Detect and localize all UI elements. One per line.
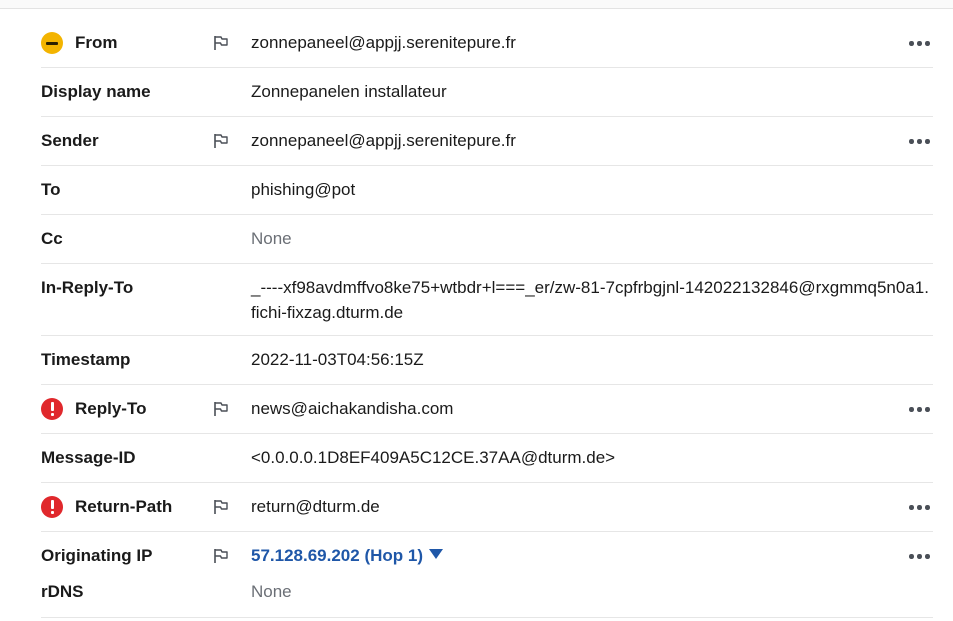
from-value: zonnepaneel@appjj.serenitepure.fr — [251, 33, 516, 52]
header-row-return-path: Return-Path return@dturm.de — [41, 483, 933, 532]
header-row-in-reply-to: In-Reply-To _----xf98avdmffvo8ke75+wtbdr… — [41, 264, 933, 336]
originating-ip-dropdown[interactable]: 57.128.69.202 (Hop 1) — [251, 546, 443, 566]
more-options-icon[interactable] — [909, 133, 931, 149]
header-row-from: From zonnepaneel@appjj.serenitepure.fr — [41, 19, 933, 68]
in-reply-to-value: _----xf98avdmffvo8ke75+wtbdr+l===_er/zw-… — [251, 278, 929, 322]
header-row-sender: Sender zonnepaneel@appjj.serenitepure.fr — [41, 117, 933, 166]
row-label: Message-ID — [41, 448, 136, 467]
row-label: Display name — [41, 82, 151, 101]
row-label: Return-Path — [75, 497, 173, 516]
more-options-icon[interactable] — [909, 548, 931, 564]
return-path-value: return@dturm.de — [251, 497, 380, 516]
flag-icon[interactable] — [213, 499, 229, 515]
sender-value: zonnepaneel@appjj.serenitepure.fr — [251, 131, 516, 150]
more-options-icon[interactable] — [909, 499, 931, 515]
header-row-cc: Cc None — [41, 215, 933, 264]
header-row-display-name: Display name Zonnepanelen installateur — [41, 68, 933, 117]
more-options-icon[interactable] — [909, 35, 931, 51]
hop-ip-link[interactable]: 57.128.69.202 (Hop 1) — [251, 546, 423, 565]
row-label: Timestamp — [41, 350, 131, 369]
error-status-icon — [41, 398, 63, 420]
cc-value: None — [251, 229, 292, 248]
error-status-icon — [41, 496, 63, 518]
header-row-message-id: Message-ID <0.0.0.0.1D8EF409A5C12CE.37AA… — [41, 434, 933, 483]
to-value: phishing@pot — [251, 180, 356, 199]
header-row-timestamp: Timestamp 2022-11-03T04:56:15Z — [41, 336, 933, 385]
warning-status-icon — [41, 32, 63, 54]
display-name-value: Zonnepanelen installateur — [251, 82, 447, 101]
more-options-icon[interactable] — [909, 401, 931, 417]
header-row-reply-to: Reply-To news@aichakandisha.com — [41, 385, 933, 434]
row-label: Originating IP — [41, 546, 153, 565]
caret-down-icon[interactable] — [428, 549, 443, 559]
flag-icon[interactable] — [213, 401, 229, 417]
rdns-label: rDNS — [41, 582, 84, 601]
row-label: In-Reply-To — [41, 278, 134, 297]
header-row-to: To phishing@pot — [41, 166, 933, 215]
message-id-value: <0.0.0.0.1D8EF409A5C12CE.37AA@dturm.de> — [251, 448, 616, 467]
row-label: From — [75, 33, 118, 52]
row-label: Sender — [41, 131, 99, 150]
timestamp-value: 2022-11-03T04:56:15Z — [251, 350, 424, 369]
rdns-value: None — [251, 582, 292, 601]
flag-icon[interactable] — [213, 548, 229, 564]
row-label: Cc — [41, 229, 63, 248]
top-divider — [0, 0, 953, 9]
flag-icon[interactable] — [213, 133, 229, 149]
header-row-originating-ip: Originating IP 57.128.69.202 (Hop 1) rDN… — [41, 532, 933, 618]
row-label: Reply-To — [75, 399, 147, 418]
row-label: To — [41, 180, 61, 199]
email-header-table: From zonnepaneel@appjj.serenitepure.fr D… — [41, 19, 933, 618]
flag-icon[interactable] — [213, 35, 229, 51]
reply-to-value: news@aichakandisha.com — [251, 399, 454, 418]
